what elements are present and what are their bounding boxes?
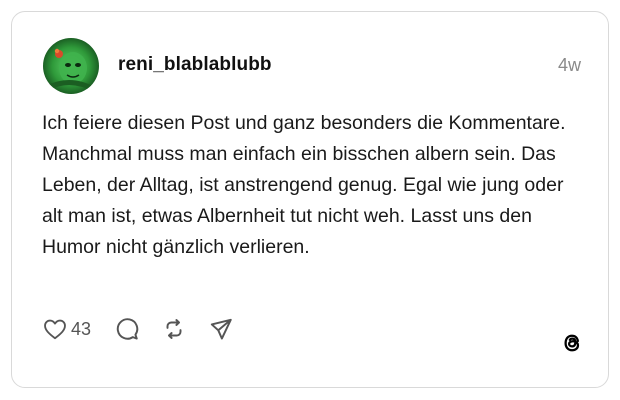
send-icon <box>210 318 232 340</box>
threads-logo-glyph <box>564 334 580 352</box>
comment-button[interactable] <box>114 316 140 342</box>
comment-bubble-icon <box>116 318 139 340</box>
post-actions: 43 <box>42 315 234 343</box>
like-button[interactable]: 43 <box>42 316 91 342</box>
like-count: 43 <box>71 318 92 339</box>
repost-icon <box>166 319 182 339</box>
post-timestamp: 4w <box>557 55 581 75</box>
share-button[interactable] <box>208 316 234 342</box>
heart-icon <box>44 319 66 340</box>
post-card: reni_blablablubb 4w Ich feiere diesen Po… <box>11 11 609 388</box>
avatar-image <box>43 38 99 94</box>
repost-button[interactable] <box>161 316 187 342</box>
post-text: Ich feiere diesen Post und ganz besonder… <box>42 112 566 258</box>
threads-logo-icon[interactable] <box>559 330 585 356</box>
username[interactable]: reni_blablablubb <box>118 54 272 76</box>
avatar[interactable] <box>43 38 99 94</box>
